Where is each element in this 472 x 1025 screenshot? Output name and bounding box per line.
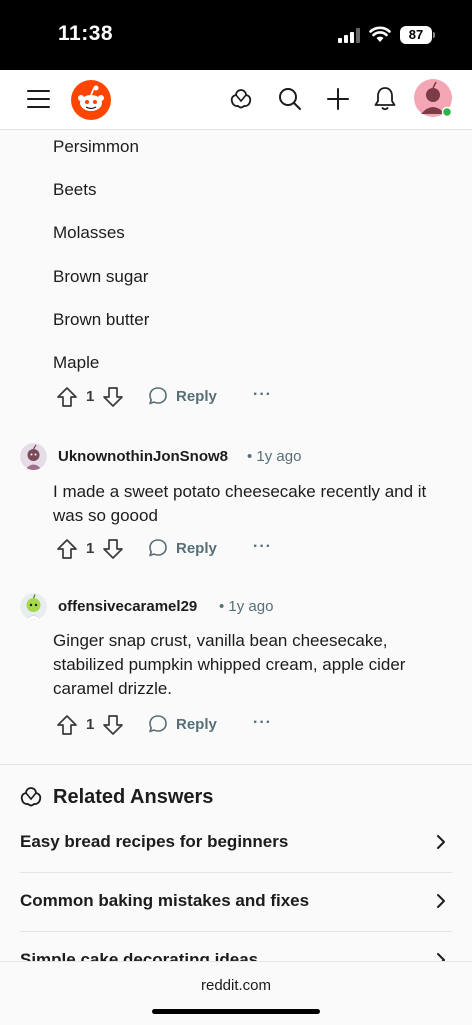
- more-options-button[interactable]: ···: [253, 714, 272, 732]
- more-options-button[interactable]: ···: [253, 538, 272, 556]
- downvote-icon[interactable]: [102, 386, 124, 408]
- comment-header: offensivecaramel29 • 1y ago: [20, 593, 460, 621]
- url-label[interactable]: reddit.com: [0, 977, 472, 994]
- section-divider: [0, 764, 472, 765]
- comment-actions: 1 Reply ···: [56, 714, 316, 738]
- comment-icon: [149, 387, 167, 405]
- plus-icon[interactable]: [327, 88, 349, 110]
- related-answers-title: Related Answers: [53, 786, 214, 808]
- related-answer-label: Common baking mistakes and fixes: [20, 891, 310, 910]
- list-item: Maple: [53, 353, 100, 372]
- reply-label: Reply: [176, 715, 217, 733]
- search-icon[interactable]: [278, 87, 302, 111]
- comment-thread: Persimmon Beets Molasses Brown sugar Bro…: [0, 130, 472, 961]
- avatar[interactable]: [20, 443, 47, 470]
- avatar[interactable]: [20, 593, 47, 620]
- chevron-right-icon: [437, 835, 445, 849]
- reddit-logo-icon[interactable]: [71, 80, 111, 120]
- app-header: [0, 70, 472, 130]
- battery-tip: [433, 32, 435, 38]
- vote-count: 1: [86, 540, 95, 557]
- comment-actions: 1 Reply ···: [56, 538, 316, 562]
- vote-count: 1: [86, 716, 95, 733]
- browser-bottom-bar: reddit.com: [0, 961, 472, 1025]
- list-item: Molasses: [53, 223, 125, 242]
- vote-count: 1: [86, 388, 95, 405]
- related-answer-label: Easy bread recipes for beginners: [20, 832, 289, 851]
- list-item: Beets: [53, 180, 97, 199]
- chevron-right-icon: [437, 894, 445, 908]
- chevron-right-icon: [437, 953, 445, 961]
- reply-label: Reply: [176, 539, 217, 557]
- comment-body: Ginger snap crust, vanilla bean cheeseca…: [53, 631, 406, 698]
- list-item: Brown butter: [53, 310, 150, 329]
- upvote-icon[interactable]: [56, 714, 78, 736]
- comment-header: UknownothinJonSnow8 • 1y ago: [20, 443, 460, 471]
- wifi-icon: [369, 26, 391, 42]
- comment-icon: [149, 539, 167, 557]
- comment-username[interactable]: offensivecaramel29: [58, 598, 197, 615]
- home-indicator[interactable]: [152, 1009, 320, 1014]
- reply-label: Reply: [176, 387, 217, 405]
- reply-button[interactable]: Reply: [148, 386, 217, 406]
- bell-icon[interactable]: [373, 86, 397, 112]
- related-answer-item[interactable]: Easy bread recipes for beginners: [20, 814, 452, 873]
- comment-body: I made a sweet potato cheesecake recentl…: [53, 482, 427, 525]
- related-answer-item[interactable]: Common baking mistakes and fixes: [20, 873, 452, 932]
- cellular-signal-icon: [338, 28, 360, 43]
- list-item: Persimmon: [53, 137, 139, 156]
- status-time: 11:38: [58, 22, 114, 45]
- reply-button[interactable]: Reply: [148, 538, 217, 558]
- downvote-icon[interactable]: [102, 538, 124, 560]
- user-avatar[interactable]: [413, 78, 455, 120]
- reply-button[interactable]: Reply: [148, 714, 217, 734]
- comment-actions: 1 Reply ···: [56, 386, 316, 410]
- comment-age: • 1y ago: [219, 598, 274, 615]
- status-bar: 11:38 87: [0, 0, 472, 70]
- downvote-icon[interactable]: [102, 714, 124, 736]
- more-options-button[interactable]: ···: [253, 386, 272, 404]
- list-item: Brown sugar: [53, 267, 149, 286]
- battery-level: 87: [400, 26, 432, 44]
- upvote-icon[interactable]: [56, 538, 78, 560]
- related-answer-label: Simple cake decorating ideas: [20, 950, 259, 961]
- comment-age: • 1y ago: [247, 448, 302, 465]
- answers-icon: [20, 787, 42, 807]
- comment-username[interactable]: UknownothinJonSnow8: [58, 448, 228, 465]
- related-answer-item[interactable]: Simple cake decorating ideas: [20, 932, 452, 961]
- menu-icon[interactable]: [27, 90, 50, 108]
- comment-icon: [149, 715, 167, 733]
- upvote-icon[interactable]: [56, 386, 78, 408]
- answers-icon[interactable]: [229, 87, 253, 111]
